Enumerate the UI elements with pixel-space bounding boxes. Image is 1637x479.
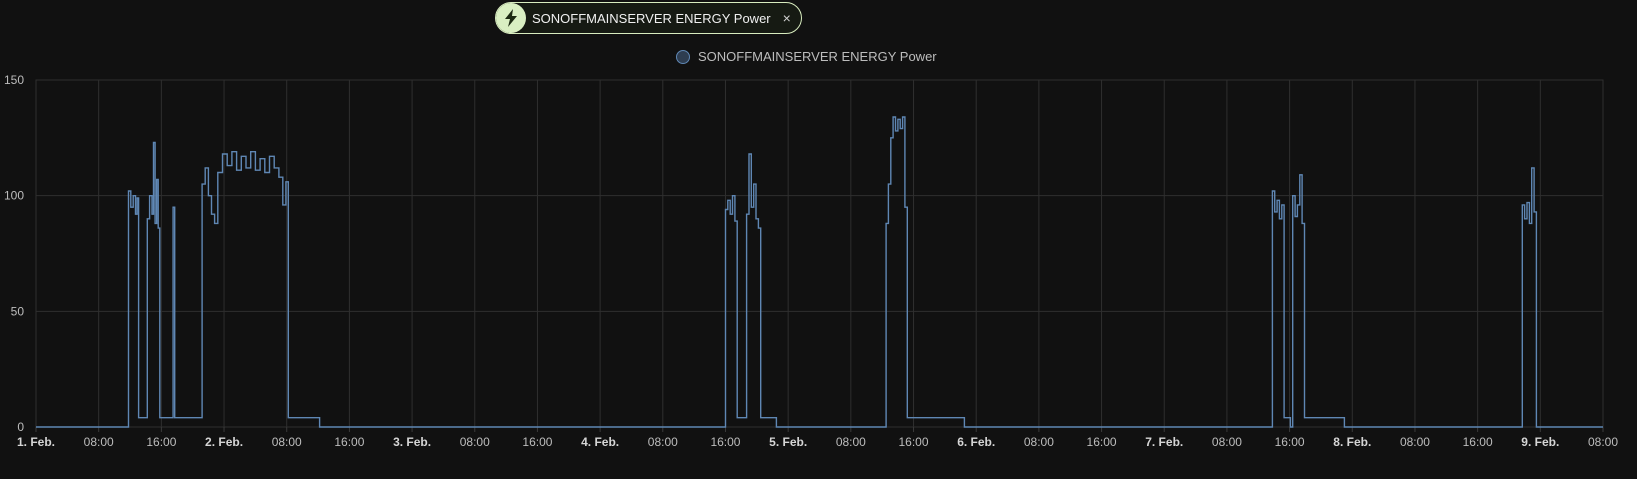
y-tick-label: 100 bbox=[4, 189, 24, 203]
x-tick-label: 6. Feb. bbox=[957, 435, 995, 449]
x-tick-label: 16:00 bbox=[710, 435, 740, 449]
plot-border bbox=[35, 79, 1604, 428]
x-tick-label: 08:00 bbox=[1024, 435, 1054, 449]
x-tick-label: 08:00 bbox=[1400, 435, 1430, 449]
x-tick-label: 16:00 bbox=[522, 435, 552, 449]
x-tick-label: 16:00 bbox=[1275, 435, 1305, 449]
x-tick-label: 16:00 bbox=[899, 435, 929, 449]
x-tick-label: 16:00 bbox=[1087, 435, 1117, 449]
x-tick-label: 08:00 bbox=[1588, 435, 1618, 449]
x-tick-label: 08:00 bbox=[836, 435, 866, 449]
x-tick-label: 08:00 bbox=[648, 435, 678, 449]
x-tick-label: 08:00 bbox=[1212, 435, 1242, 449]
y-axis-ticks: 0 50 100 150 bbox=[4, 73, 24, 434]
x-tick-label: 5. Feb. bbox=[769, 435, 807, 449]
x-tick-label: 3. Feb. bbox=[393, 435, 431, 449]
y-tick-label: 0 bbox=[17, 420, 24, 434]
x-axis-ticks: 1. Feb. 08:00 16:00 2. Feb. 08:00 16:00 3. Feb… bbox=[17, 435, 1618, 449]
x-tick-label: 4. Feb. bbox=[581, 435, 619, 449]
x-tick-label: 1. Feb. bbox=[17, 435, 55, 449]
chart-grid bbox=[35, 79, 1604, 432]
y-tick-label: 50 bbox=[11, 304, 25, 318]
x-tick-label: 9. Feb. bbox=[1521, 435, 1559, 449]
x-tick-label: 7. Feb. bbox=[1145, 435, 1183, 449]
series-line-0 bbox=[36, 116, 1603, 428]
x-tick-label: 08:00 bbox=[460, 435, 490, 449]
x-tick-label: 16:00 bbox=[1463, 435, 1493, 449]
power-chart: 050100150 1. Feb. 08:00 16:00 2. Feb. 08:00 1… bbox=[4, 73, 1618, 449]
plot-area bbox=[36, 116, 1603, 428]
x-tick-label: 08:00 bbox=[84, 435, 114, 449]
y-tick-label: 150 bbox=[4, 73, 24, 87]
x-tick-label: 16:00 bbox=[146, 435, 176, 449]
x-tick-label: 08:00 bbox=[272, 435, 302, 449]
x-tick-label: 16:00 bbox=[334, 435, 364, 449]
x-tick-label: 8. Feb. bbox=[1333, 435, 1371, 449]
x-tick-label: 2. Feb. bbox=[205, 435, 243, 449]
